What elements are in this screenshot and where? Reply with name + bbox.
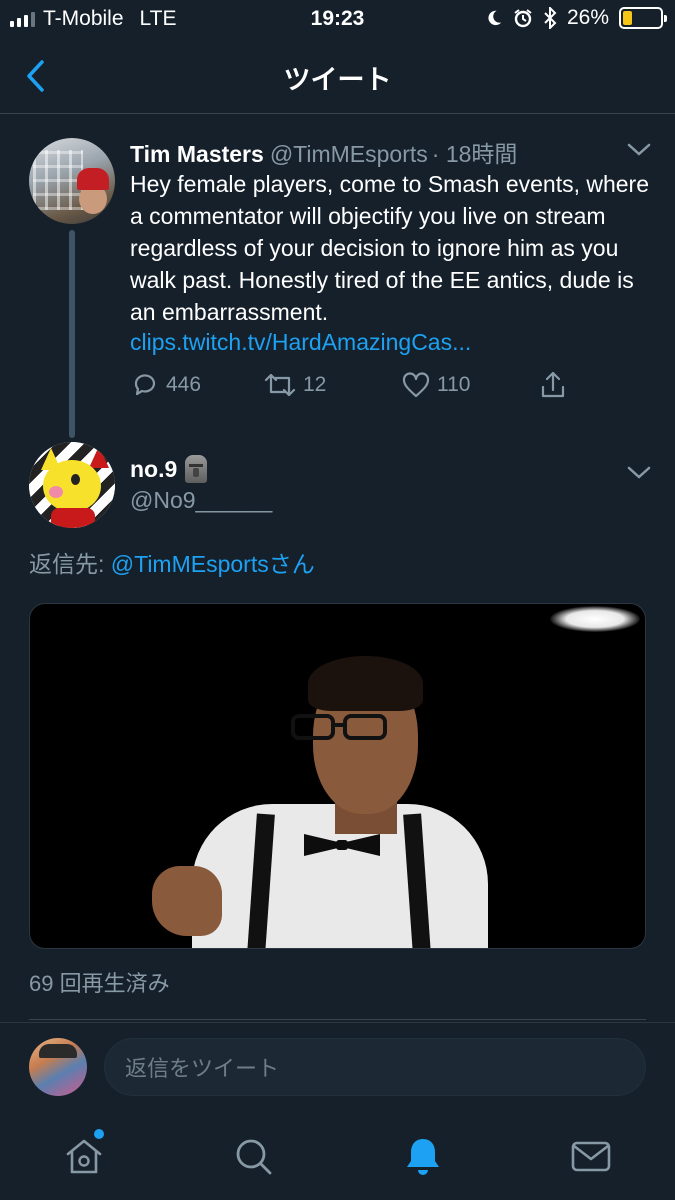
divider (0, 1022, 675, 1023)
thread-line (69, 230, 75, 438)
battery-icon (619, 7, 667, 29)
video-lamp (550, 606, 640, 632)
notifications-icon[interactable] (401, 1134, 445, 1178)
avatar[interactable] (29, 138, 115, 224)
battery-fill (623, 11, 633, 25)
view-count: 69 回再生済み (29, 971, 170, 996)
home-icon[interactable] (62, 1134, 106, 1178)
like-count: 110 (437, 373, 471, 396)
author-name-row[interactable]: no.9 (130, 455, 208, 483)
reply-mention-link[interactable]: @TimMEsportsさん (111, 551, 315, 577)
tweet-actions: 446 12 110 (130, 370, 590, 406)
share-icon (541, 371, 565, 398)
retweet-icon (264, 373, 296, 397)
page-title: ツイート (283, 65, 392, 95)
chevron-left-icon[interactable] (22, 58, 52, 94)
nav-bar: ツイート (0, 38, 675, 114)
search-icon[interactable] (231, 1134, 275, 1178)
author-name[interactable]: no.9 (130, 456, 177, 483)
like-button[interactable]: 110 (401, 370, 470, 400)
retweet-button[interactable]: 12 (263, 370, 326, 400)
moai-emoji (185, 455, 208, 483)
reply-to-prefix: 返信先: (29, 551, 111, 577)
author-handle[interactable]: @TimMEsports (270, 141, 428, 167)
moon-icon (488, 10, 502, 26)
alarm-icon (514, 9, 532, 28)
signal-icon (10, 11, 35, 27)
retweet-count: 12 (303, 373, 327, 396)
heart-icon (402, 372, 430, 398)
bluetooth-icon (544, 7, 557, 29)
reply-placeholder: 返信をツイート (125, 1056, 280, 1081)
status-right: 26% (485, 6, 667, 30)
battery-percent: 26% (566, 6, 609, 29)
status-bar: T-Mobile LTE 19:23 26% (0, 0, 675, 38)
author-handle[interactable]: @No9______ (130, 487, 272, 514)
video-player[interactable] (29, 603, 646, 949)
carrier-label: T-Mobile (43, 7, 124, 30)
reply-input[interactable]: 返信をツイート (104, 1038, 646, 1096)
avatar[interactable] (29, 442, 115, 528)
my-avatar[interactable] (29, 1038, 87, 1096)
tweet-header: Tim Masters @TimMEsports · 18時間 (130, 135, 517, 169)
tweet-time: · 18時間 (431, 141, 518, 167)
reply-button[interactable]: 446 (130, 370, 201, 400)
reply-count: 446 (166, 373, 202, 396)
share-button[interactable] (538, 370, 568, 400)
divider (29, 1019, 646, 1020)
tweet-text: Hey female players, come to Smash events… (130, 171, 650, 325)
chevron-down-icon[interactable] (626, 463, 652, 483)
notification-dot (94, 1129, 104, 1139)
network-label: LTE (139, 7, 177, 30)
reply-icon (134, 374, 156, 396)
tweet-link[interactable]: clips.twitch.tv/HardAmazingCas... (130, 329, 471, 356)
chevron-down-icon[interactable] (626, 140, 652, 160)
messages-icon[interactable] (569, 1134, 613, 1178)
status-left: T-Mobile LTE (10, 7, 177, 31)
reply-to-line: 返信先: @TimMEsportsさん (29, 545, 315, 579)
author-name[interactable]: Tim Masters (130, 141, 264, 167)
